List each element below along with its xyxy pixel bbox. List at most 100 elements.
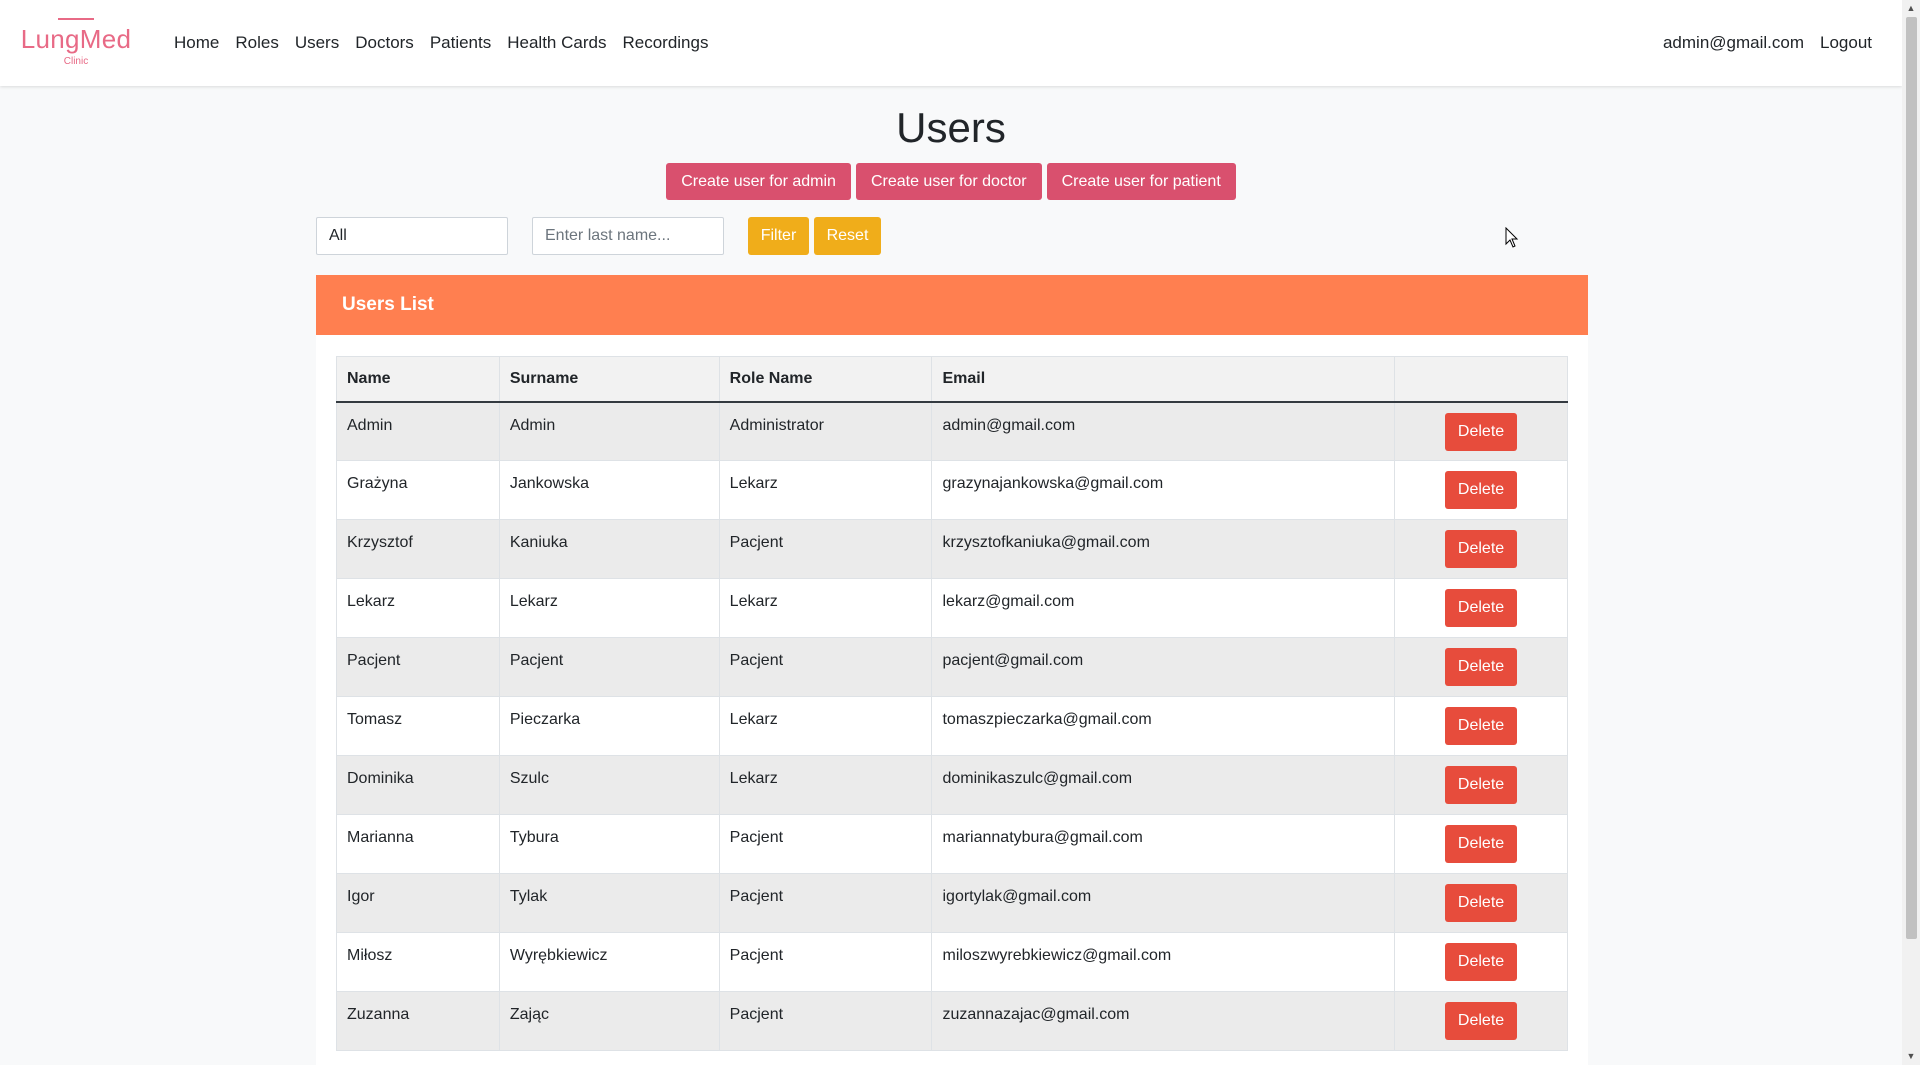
- cell-name: Miłosz: [336, 932, 500, 992]
- cell-name: Tomasz: [336, 696, 500, 756]
- table-row: Lekarz Lekarz Lekarz lekarz@gmail.com De…: [336, 578, 1568, 638]
- cell-name: Marianna: [336, 814, 500, 874]
- cell-email: dominikaszulc@gmail.com: [931, 755, 1396, 815]
- cell-surname: Pacjent: [498, 637, 720, 697]
- cell-surname: Lekarz: [498, 578, 720, 638]
- nav-link-health-cards[interactable]: Health Cards: [499, 33, 614, 53]
- cell-role: Lekarz: [718, 696, 933, 756]
- cell-action: Delete: [1394, 814, 1568, 874]
- cell-action: Delete: [1394, 578, 1568, 638]
- cell-role: Lekarz: [718, 755, 933, 815]
- cell-name: Zuzanna: [336, 991, 500, 1051]
- table-row: Grażyna Jankowska Lekarz grazynajankowsk…: [336, 460, 1568, 520]
- create-admin-button[interactable]: Create user for admin: [666, 163, 851, 200]
- delete-button[interactable]: Delete: [1445, 766, 1518, 804]
- cell-email: admin@gmail.com: [931, 401, 1396, 461]
- mouse-cursor-icon: [1505, 227, 1519, 248]
- nav-link-roles[interactable]: Roles: [227, 33, 286, 53]
- nav-link-recordings[interactable]: Recordings: [614, 33, 716, 53]
- cell-name: Pacjent: [336, 637, 500, 697]
- delete-button[interactable]: Delete: [1445, 589, 1518, 627]
- cell-email: krzysztofkaniuka@gmail.com: [931, 519, 1396, 579]
- cell-email: pacjent@gmail.com: [931, 637, 1396, 697]
- nav-link-patients[interactable]: Patients: [422, 33, 499, 53]
- cell-action: Delete: [1394, 460, 1568, 520]
- delete-button[interactable]: Delete: [1445, 943, 1518, 981]
- table-header-row: Name Surname Role Name Email: [336, 356, 1568, 403]
- delete-button[interactable]: Delete: [1445, 471, 1518, 509]
- brand-logo-line: [58, 18, 94, 20]
- cell-surname: Zając: [498, 991, 720, 1051]
- filter-button[interactable]: Filter: [748, 217, 809, 255]
- cell-action: Delete: [1394, 401, 1568, 461]
- users-list-header: Users List: [316, 275, 1588, 335]
- cell-role: Administrator: [718, 401, 933, 461]
- table-row: Igor Tylak Pacjent igortylak@gmail.com D…: [336, 873, 1568, 933]
- scroll-down-arrow-icon[interactable]: ▼: [1902, 1048, 1920, 1065]
- column-header-role: Role Name: [718, 356, 933, 403]
- reset-button[interactable]: Reset: [814, 217, 881, 255]
- cell-email: igortylak@gmail.com: [931, 873, 1396, 933]
- delete-button[interactable]: Delete: [1445, 825, 1518, 863]
- page-title: Users: [896, 104, 1006, 151]
- user-email-link[interactable]: admin@gmail.com: [1663, 33, 1804, 53]
- nav-links: Home Roles Users Doctors Patients Health…: [166, 0, 716, 86]
- table-row: Miłosz Wyrębkiewicz Pacjent miloszwyrebk…: [336, 932, 1568, 992]
- column-header-surname: Surname: [498, 356, 720, 403]
- delete-button[interactable]: Delete: [1445, 412, 1518, 451]
- cell-name: Grażyna: [336, 460, 500, 520]
- cell-role: Pacjent: [718, 637, 933, 697]
- cell-email: lekarz@gmail.com: [931, 578, 1396, 638]
- nav-link-home[interactable]: Home: [166, 33, 227, 53]
- cell-email: mariannatybura@gmail.com: [931, 814, 1396, 874]
- role-filter-select[interactable]: All: [316, 217, 508, 255]
- table-row: Krzysztof Kaniuka Pacjent krzysztofkaniu…: [336, 519, 1568, 579]
- cell-surname: Tybura: [498, 814, 720, 874]
- nav-link-doctors[interactable]: Doctors: [347, 33, 422, 53]
- cell-role: Lekarz: [718, 578, 933, 638]
- cell-name: Krzysztof: [336, 519, 500, 579]
- table-row: Pacjent Pacjent Pacjent pacjent@gmail.co…: [336, 637, 1568, 697]
- create-patient-button[interactable]: Create user for patient: [1046, 163, 1236, 200]
- cell-action: Delete: [1394, 696, 1568, 756]
- cell-surname: Jankowska: [498, 460, 720, 520]
- delete-button[interactable]: Delete: [1445, 707, 1518, 745]
- column-header-actions: [1394, 356, 1568, 403]
- page-scrollbar[interactable]: ▲ ▼: [1902, 0, 1920, 1065]
- delete-button[interactable]: Delete: [1445, 1002, 1518, 1040]
- users-table: Name Surname Role Name Email Admin Admin…: [336, 356, 1568, 1051]
- lastname-filter-input[interactable]: [532, 217, 724, 255]
- cell-action: Delete: [1394, 991, 1568, 1051]
- table-row: Marianna Tybura Pacjent mariannatybura@g…: [336, 814, 1568, 874]
- brand-logo[interactable]: LungMed Clinic: [20, 16, 132, 70]
- navbar: LungMed Clinic Home Roles Users Doctors …: [0, 0, 1902, 86]
- cell-action: Delete: [1394, 755, 1568, 815]
- delete-button[interactable]: Delete: [1445, 884, 1518, 922]
- nav-link-users[interactable]: Users: [287, 33, 347, 53]
- delete-button[interactable]: Delete: [1445, 530, 1518, 568]
- cell-email: grazynajankowska@gmail.com: [931, 460, 1396, 520]
- logout-link[interactable]: Logout: [1820, 33, 1872, 53]
- cell-action: Delete: [1394, 932, 1568, 992]
- cell-name: Dominika: [336, 755, 500, 815]
- cell-action: Delete: [1394, 519, 1568, 579]
- cell-surname: Tylak: [498, 873, 720, 933]
- brand-subtitle: Clinic: [63, 56, 89, 67]
- create-doctor-button[interactable]: Create user for doctor: [855, 163, 1042, 200]
- users-list-card: Users List Name Surname Role Name Email …: [316, 275, 1588, 1065]
- cell-name: Admin: [336, 401, 500, 461]
- nav-user-area: admin@gmail.com Logout: [1663, 0, 1872, 86]
- table-row: Zuzanna Zając Pacjent zuzannazajac@gmail…: [336, 991, 1568, 1051]
- table-row: Tomasz Pieczarka Lekarz tomaszpieczarka@…: [336, 696, 1568, 756]
- delete-button[interactable]: Delete: [1445, 648, 1518, 686]
- cell-email: zuzannazajac@gmail.com: [931, 991, 1396, 1051]
- cell-role: Pacjent: [718, 814, 933, 874]
- scroll-thumb[interactable]: [1906, 17, 1917, 939]
- cell-name: Igor: [336, 873, 500, 933]
- column-header-name: Name: [336, 356, 500, 403]
- cell-email: tomaszpieczarka@gmail.com: [931, 696, 1396, 756]
- cell-role: Pacjent: [718, 991, 933, 1051]
- cell-role: Pacjent: [718, 873, 933, 933]
- scroll-up-arrow-icon[interactable]: ▲: [1902, 0, 1920, 17]
- brand-name: LungMed: [20, 24, 132, 54]
